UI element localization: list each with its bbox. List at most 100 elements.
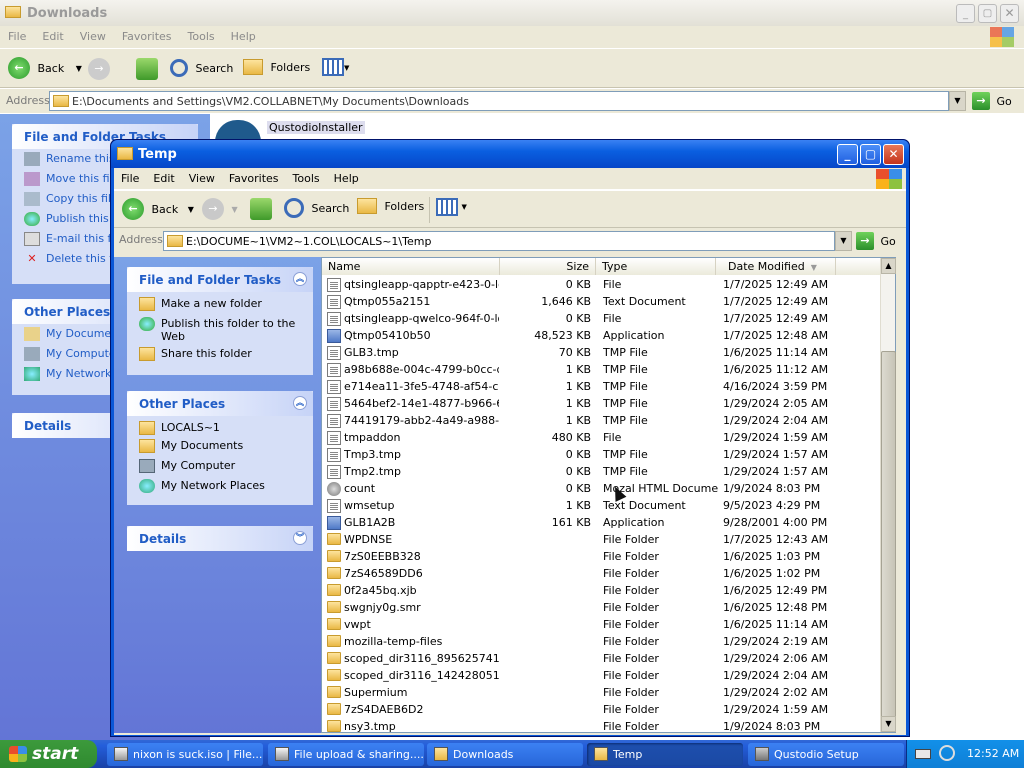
my-network-places-link[interactable]: My Network Places: [127, 476, 313, 496]
file-row[interactable]: WPDNSE File Folder 1/7/2025 12:43 AM: [322, 531, 882, 548]
minimize-button[interactable]: _: [956, 4, 975, 23]
file-row[interactable]: GLB3.tmp 70 KB TMP File 1/6/2025 11:14 AM: [322, 344, 882, 361]
file-row[interactable]: scoped_dir3116_895625741 File Folder 1/29/…: [322, 650, 882, 667]
start-button[interactable]: start: [0, 740, 97, 768]
back-button[interactable]: ← Back ▼: [122, 198, 194, 222]
tasks-panel-title[interactable]: File and Folder Tasks ︽: [127, 267, 313, 292]
menu-favorites[interactable]: Favorites: [114, 26, 180, 43]
keyboard-icon[interactable]: [915, 749, 931, 759]
menu-tools[interactable]: Tools: [286, 168, 327, 185]
address-dropdown-button[interactable]: ▼: [835, 231, 852, 251]
scroll-up-button[interactable]: ▲: [881, 258, 896, 274]
file-row[interactable]: tmpaddon 480 KB File 1/29/2024 1:59 AM: [322, 429, 882, 446]
menu-file[interactable]: File: [114, 168, 146, 185]
file-row[interactable]: Tmp3.tmp 0 KB TMP File 1/29/2024 1:57 AM: [322, 446, 882, 463]
folders-button[interactable]: Folders: [243, 59, 310, 75]
close-button[interactable]: ✕: [1000, 4, 1019, 23]
file-row[interactable]: 7zS4DAEB6D2 File Folder 1/29/2024 1:59 AM: [322, 701, 882, 718]
file-row[interactable]: Qtmp05410b50 48,523 KB Application 1/7/2025…: [322, 327, 882, 344]
file-row[interactable]: nsy3.tmp File Folder 1/9/2024 8:03 PM: [322, 718, 882, 735]
file-row[interactable]: 74419179-abb2-4a49-a988-8... 1 KB TMP File…: [322, 412, 882, 429]
publish-folder-link[interactable]: Publish this folder to the Web: [127, 312, 313, 344]
go-button[interactable]: → Go: [972, 92, 1012, 110]
file-date-cell: 1/29/2024 1:59 AM: [723, 431, 829, 444]
scroll-down-button[interactable]: ▼: [881, 716, 896, 732]
views-button[interactable]: ▼: [436, 198, 467, 222]
menu-tools[interactable]: Tools: [180, 26, 223, 43]
locals-link[interactable]: LOCALS~1: [127, 416, 313, 436]
my-computer-link[interactable]: My Computer: [127, 456, 313, 476]
menu-help[interactable]: Help: [223, 26, 264, 43]
column-header-type[interactable]: Type: [596, 258, 716, 275]
search-button[interactable]: Search: [284, 198, 349, 222]
views-button[interactable]: ▼: [322, 58, 356, 80]
file-row[interactable]: 5464bef2-14e1-4877-b966-6... 1 KB TMP File…: [322, 395, 882, 412]
column-header-size[interactable]: Size: [500, 258, 596, 275]
file-row[interactable]: Supermium File Folder 1/29/2024 2:02 AM: [322, 684, 882, 701]
file-row[interactable]: vwpt File Folder 1/6/2025 11:14 AM: [322, 616, 882, 633]
volume-icon[interactable]: [939, 745, 955, 761]
copy-icon: [24, 192, 40, 206]
maximize-button[interactable]: ▢: [978, 4, 997, 23]
file-row[interactable]: mozilla-temp-files File Folder 1/29/2024 2…: [322, 633, 882, 650]
menu-edit[interactable]: Edit: [146, 168, 181, 185]
scroll-thumb[interactable]: [881, 351, 896, 721]
other-places-title[interactable]: Other Places ︽: [127, 391, 313, 416]
column-header-name[interactable]: Name: [322, 258, 500, 275]
file-row[interactable]: Qtmp055a2151 1,646 KB Text Document 1/7/202…: [322, 293, 882, 310]
file-row[interactable]: qtsingleapp-qwelco-964f-0-lo... 0 KB File 1…: [322, 310, 882, 327]
file-row[interactable]: 7zS46589DD6 File Folder 1/6/2025 1:02 PM: [322, 565, 882, 582]
minimize-button[interactable]: _: [837, 144, 858, 165]
taskbar-button[interactable]: Temp: [587, 743, 743, 766]
temp-title-bar[interactable]: Temp: [111, 140, 909, 168]
file-row[interactable]: e714ea11-3fe5-4748-af54-c9... 1 KB TMP Fil…: [322, 378, 882, 395]
address-field[interactable]: E:\Documents and Settings\VM2.COLLABNET\…: [49, 91, 949, 111]
details-title[interactable]: Details ︾: [127, 526, 313, 551]
menu-view[interactable]: View: [182, 168, 222, 185]
menu-edit[interactable]: Edit: [34, 26, 71, 43]
make-new-folder-link[interactable]: Make a new folder: [127, 292, 313, 312]
close-button[interactable]: ✕: [883, 144, 904, 165]
address-field[interactable]: E:\DOCUME~1\VM2~1.COL\LOCALS~1\Temp: [163, 231, 835, 251]
menu-help[interactable]: Help: [327, 168, 366, 185]
up-button[interactable]: [250, 198, 272, 222]
file-row[interactable]: swgnjy0g.smr File Folder 1/6/2025 12:48 PM: [322, 599, 882, 616]
file-row[interactable]: a98b688e-004c-4799-b0cc-d... 1 KB TMP File…: [322, 361, 882, 378]
taskbar-button[interactable]: nixon is suck.iso | File...: [107, 743, 263, 766]
search-button[interactable]: Search: [170, 59, 233, 77]
column-header-date-modified[interactable]: Date Modified ▼: [716, 258, 836, 275]
file-row[interactable]: qtsingleapp-qapptr-e423-0-lo... 0 KB File 1…: [322, 276, 882, 293]
folders-button[interactable]: Folders: [357, 198, 424, 222]
file-row[interactable]: Tmp2.tmp 0 KB TMP File 1/29/2024 1:57 AM: [322, 463, 882, 480]
file-row[interactable]: count 0 KB Mozal HTML Document 1/9/2024 8:0…: [322, 480, 882, 497]
vertical-scrollbar[interactable]: ▲ ▼: [880, 258, 896, 732]
collapse-chevron-icon[interactable]: ︽: [293, 272, 307, 286]
file-type-cell: File Folder: [603, 669, 659, 682]
downloads-title-bar[interactable]: Downloads: [0, 0, 1024, 26]
file-row[interactable]: 0f2a45bq.xjb File Folder 1/6/2025 12:49 PM: [322, 582, 882, 599]
clock[interactable]: 12:52 AM: [967, 747, 1019, 760]
taskbar-button[interactable]: Downloads: [427, 743, 583, 766]
go-button[interactable]: → Go: [856, 232, 896, 250]
expand-chevron-icon[interactable]: ︾: [293, 531, 307, 545]
menu-favorites[interactable]: Favorites: [222, 168, 286, 185]
file-row[interactable]: GLB1A2B 161 KB Application 9/28/2001 4:00 P…: [322, 514, 882, 531]
qustodio-file-tile[interactable]: QustodioInstaller: [215, 118, 375, 142]
maximize-button[interactable]: ▢: [860, 144, 881, 165]
menu-view[interactable]: View: [72, 26, 114, 43]
file-row[interactable]: scoped_dir3116_1424280513 File Folder 1/29…: [322, 667, 882, 684]
forward-button[interactable]: → ▼: [202, 198, 238, 222]
address-dropdown-button[interactable]: ▼: [949, 91, 966, 111]
file-row[interactable]: wmsetup 1 KB Text Document 9/5/2023 4:29 PM: [322, 497, 882, 514]
taskbar-button[interactable]: Qustodio Setup: [748, 743, 904, 766]
up-folder-icon[interactable]: [136, 58, 158, 80]
file-row[interactable]: 7zS0EEBB328 File Folder 1/6/2025 1:03 PM: [322, 548, 882, 565]
back-button[interactable]: ← Back ▼: [8, 57, 82, 81]
collapse-chevron-icon[interactable]: ︽: [293, 396, 307, 410]
forward-button[interactable]: →: [88, 58, 110, 80]
my-documents-link[interactable]: My Documents: [127, 436, 313, 456]
menu-file[interactable]: File: [0, 26, 34, 43]
taskbar-button-label: Downloads: [453, 748, 514, 761]
taskbar-button[interactable]: File upload & sharing....: [268, 743, 424, 766]
share-folder-link[interactable]: Share this folder: [127, 344, 313, 364]
